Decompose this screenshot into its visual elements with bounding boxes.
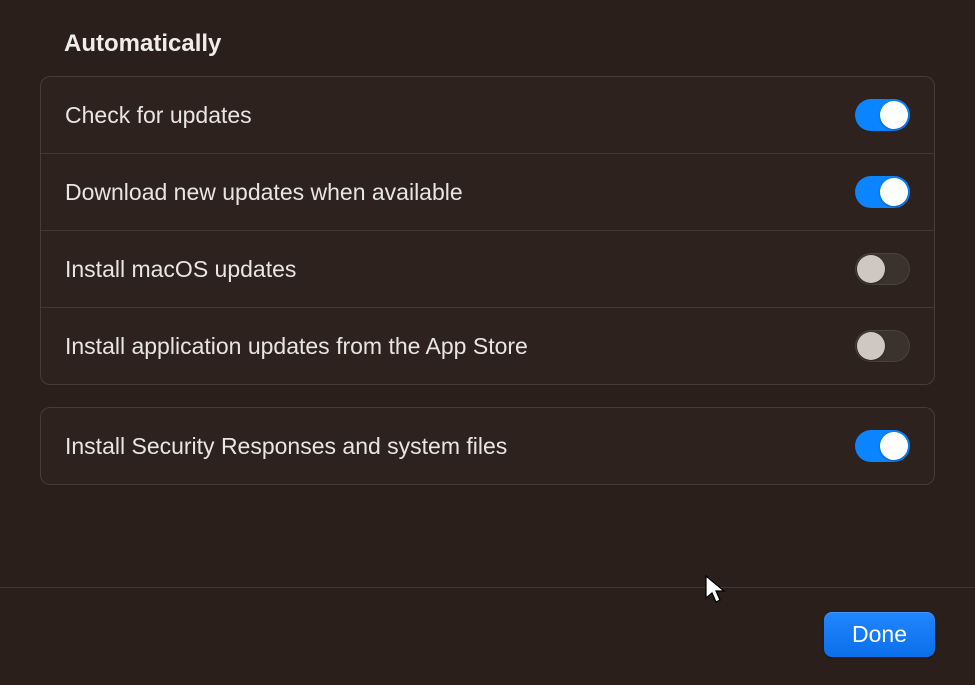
- preferences-window: Automatically Check for updates Download…: [0, 0, 975, 685]
- toggle-install-macos-updates[interactable]: [855, 253, 910, 285]
- toggle-knob: [857, 332, 885, 360]
- done-button[interactable]: Done: [824, 612, 935, 657]
- settings-group-security: Install Security Responses and system fi…: [40, 407, 935, 485]
- toggle-check-for-updates[interactable]: [855, 99, 910, 131]
- section-title: Automatically: [40, 0, 935, 76]
- toggle-download-new-updates[interactable]: [855, 176, 910, 208]
- settings-group-automatically: Check for updates Download new updates w…: [40, 76, 935, 385]
- label-check-for-updates: Check for updates: [65, 102, 252, 129]
- label-download-new-updates: Download new updates when available: [65, 179, 463, 206]
- toggle-knob: [857, 255, 885, 283]
- row-install-app-store-updates: Install application updates from the App…: [41, 308, 934, 384]
- label-install-app-store-updates: Install application updates from the App…: [65, 333, 528, 360]
- toggle-knob: [880, 178, 908, 206]
- label-install-security-responses: Install Security Responses and system fi…: [65, 433, 507, 460]
- label-install-macos-updates: Install macOS updates: [65, 256, 296, 283]
- row-install-security-responses: Install Security Responses and system fi…: [41, 408, 934, 484]
- toggle-install-app-store-updates[interactable]: [855, 330, 910, 362]
- toggle-knob: [880, 101, 908, 129]
- row-check-for-updates: Check for updates: [41, 77, 934, 154]
- row-download-new-updates: Download new updates when available: [41, 154, 934, 231]
- row-install-macos-updates: Install macOS updates: [41, 231, 934, 308]
- dialog-footer: Done: [0, 587, 975, 685]
- toggle-knob: [880, 432, 908, 460]
- toggle-install-security-responses[interactable]: [855, 430, 910, 462]
